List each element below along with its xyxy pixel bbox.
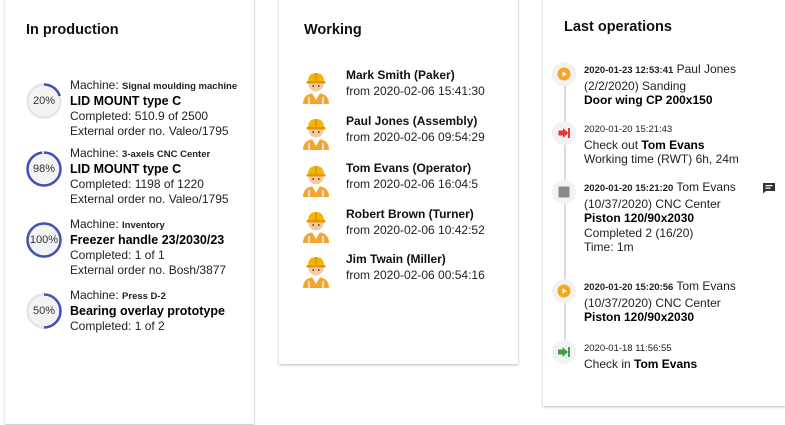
product-name: LID MOUNT type C <box>70 94 182 108</box>
operation-person: Tom Evans <box>641 137 705 152</box>
worker-since: from 2020-02-06 10:42:52 <box>346 223 485 237</box>
worker-avatar-icon <box>301 254 331 288</box>
order-text: External order no. Valeo/1795 <box>70 192 229 206</box>
machine-name: Signal moulding machine <box>122 81 238 92</box>
last-operations-card: Last operations 2020-01-23 12:53:41 Paul… <box>543 0 785 406</box>
worker-since: from 2020-02-06 00:54:16 <box>346 268 485 282</box>
worker-avatar-icon <box>301 209 331 243</box>
worker-since: from 2020-02-06 09:54:29 <box>346 130 485 144</box>
product-name: Bearing overlay prototype <box>70 304 225 318</box>
machine-name: Inventory <box>122 220 165 231</box>
product-name: LID MOUNT type C <box>70 162 182 176</box>
working-card: Working Mark Smith (Paker) from 2020-02-… <box>279 0 518 364</box>
check-in-icon <box>552 340 576 364</box>
worker-name: Paul Jones (Assembly) <box>346 114 478 128</box>
worker-row[interactable]: Tom Evans (Operator) from 2020-02-06 16:… <box>301 161 511 197</box>
play-icon <box>552 62 576 86</box>
progress-ring: 100% <box>25 221 63 259</box>
operation-person: Tom Evans <box>634 356 698 371</box>
operation-product: Piston 120/90x2030 <box>584 310 695 324</box>
worker-since: from 2020-02-06 15:41:30 <box>346 84 485 98</box>
completed-text: Completed: 1 of 2 <box>70 319 165 333</box>
order-text: External order no. Valeo/1795 <box>70 124 229 138</box>
last-operations-title: Last operations <box>564 19 672 35</box>
order-text: External order no. Bosh/3877 <box>70 263 227 277</box>
operation-timestamp: 2020-01-18 11:56:55 <box>584 343 672 354</box>
worker-avatar-icon <box>301 163 331 197</box>
worker-row[interactable]: Robert Brown (Turner) from 2020-02-06 10… <box>301 207 511 243</box>
operation-product: Piston 120/90x2030 <box>584 211 695 225</box>
progress-ring: 50% <box>25 292 63 330</box>
machine-name: 3-axels CNC Center <box>122 149 211 160</box>
worker-avatar-icon <box>301 70 331 104</box>
completed-text: Completed: 510.9 of 2500 <box>70 109 209 123</box>
play-icon <box>552 279 576 303</box>
check-out-icon <box>552 121 576 145</box>
progress-ring: 98% <box>25 150 63 188</box>
progress-ring: 20% <box>25 82 63 120</box>
operation-timestamp: 2020-01-23 12:53:41 <box>584 65 674 76</box>
worker-row[interactable]: Paul Jones (Assembly) from 2020-02-06 09… <box>301 114 511 150</box>
worker-row[interactable]: Mark Smith (Paker) from 2020-02-06 15:41… <box>301 68 511 104</box>
worker-name: Mark Smith (Paker) <box>346 68 455 82</box>
working-title: Working <box>304 22 362 38</box>
worker-name: Jim Twain (Miller) <box>346 252 446 266</box>
worker-since: from 2020-02-06 16:04:5 <box>346 177 479 191</box>
stop-icon <box>552 180 576 204</box>
completed-text: Completed: 1 of 1 <box>70 248 165 262</box>
completed-text: Completed: 1198 of 1220 <box>70 177 204 191</box>
comment-icon[interactable] <box>762 181 776 194</box>
worker-name: Robert Brown (Turner) <box>346 207 474 221</box>
product-name: Freezer handle 23/2030/23 <box>70 233 225 247</box>
in-production-card: In production 20% Machine: Signal mouldi… <box>5 0 254 424</box>
operation-timestamp: 2020-01-20 15:20:56 <box>584 282 674 293</box>
operation-timestamp: 2020-01-20 15:21:43 <box>584 124 673 135</box>
machine-name: Press D-2 <box>122 291 166 302</box>
worker-row[interactable]: Jim Twain (Miller) from 2020-02-06 00:54… <box>301 252 511 288</box>
operation-timestamp: 2020-01-20 15:21:20 <box>584 183 674 194</box>
operation-product: Door wing CP 200x150 <box>584 93 713 107</box>
worker-avatar-icon <box>301 116 331 150</box>
worker-name: Tom Evans (Operator) <box>346 161 472 175</box>
in-production-title: In production <box>26 22 119 38</box>
timeline-line <box>564 68 566 364</box>
